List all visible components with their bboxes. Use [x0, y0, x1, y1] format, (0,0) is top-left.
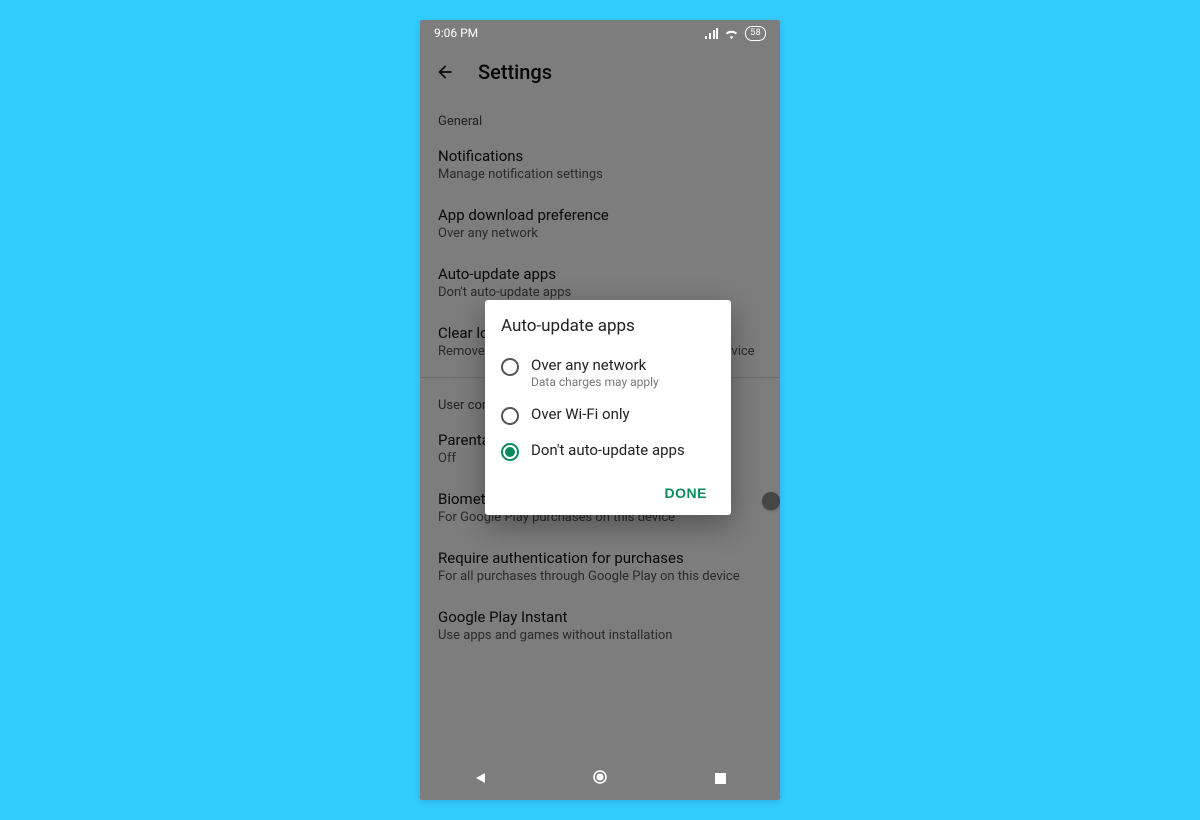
option-wifi-only[interactable]: Over Wi-Fi only [501, 397, 715, 433]
radio-icon[interactable] [501, 407, 519, 425]
option-sub: Data charges may apply [531, 375, 659, 389]
radio-icon[interactable] [501, 443, 519, 461]
option-any-network[interactable]: Over any network Data charges may apply [501, 348, 715, 397]
auto-update-dialog: Auto-update apps Over any network Data c… [485, 300, 731, 515]
nav-recents-icon[interactable] [700, 770, 740, 789]
dialog-title: Auto-update apps [501, 316, 715, 336]
wifi-icon [724, 28, 739, 39]
nav-bar [420, 758, 780, 800]
option-label: Don't auto-update apps [531, 441, 685, 459]
option-label: Over any network [531, 356, 659, 374]
radio-icon[interactable] [501, 358, 519, 376]
done-button[interactable]: DONE [657, 479, 715, 507]
nav-home-icon[interactable] [580, 769, 620, 789]
status-right: 58 [704, 26, 766, 41]
phone-frame: 9:06 PM 58 Settings General Notification… [420, 20, 780, 800]
battery-icon: 58 [745, 26, 766, 41]
status-bar: 9:06 PM 58 [420, 20, 780, 46]
nav-back-icon[interactable] [460, 770, 500, 789]
status-time: 9:06 PM [434, 26, 478, 40]
signal-icon [704, 28, 718, 39]
battery-level: 58 [750, 27, 761, 40]
option-no-auto-update[interactable]: Don't auto-update apps [501, 433, 715, 469]
option-label: Over Wi-Fi only [531, 405, 630, 423]
